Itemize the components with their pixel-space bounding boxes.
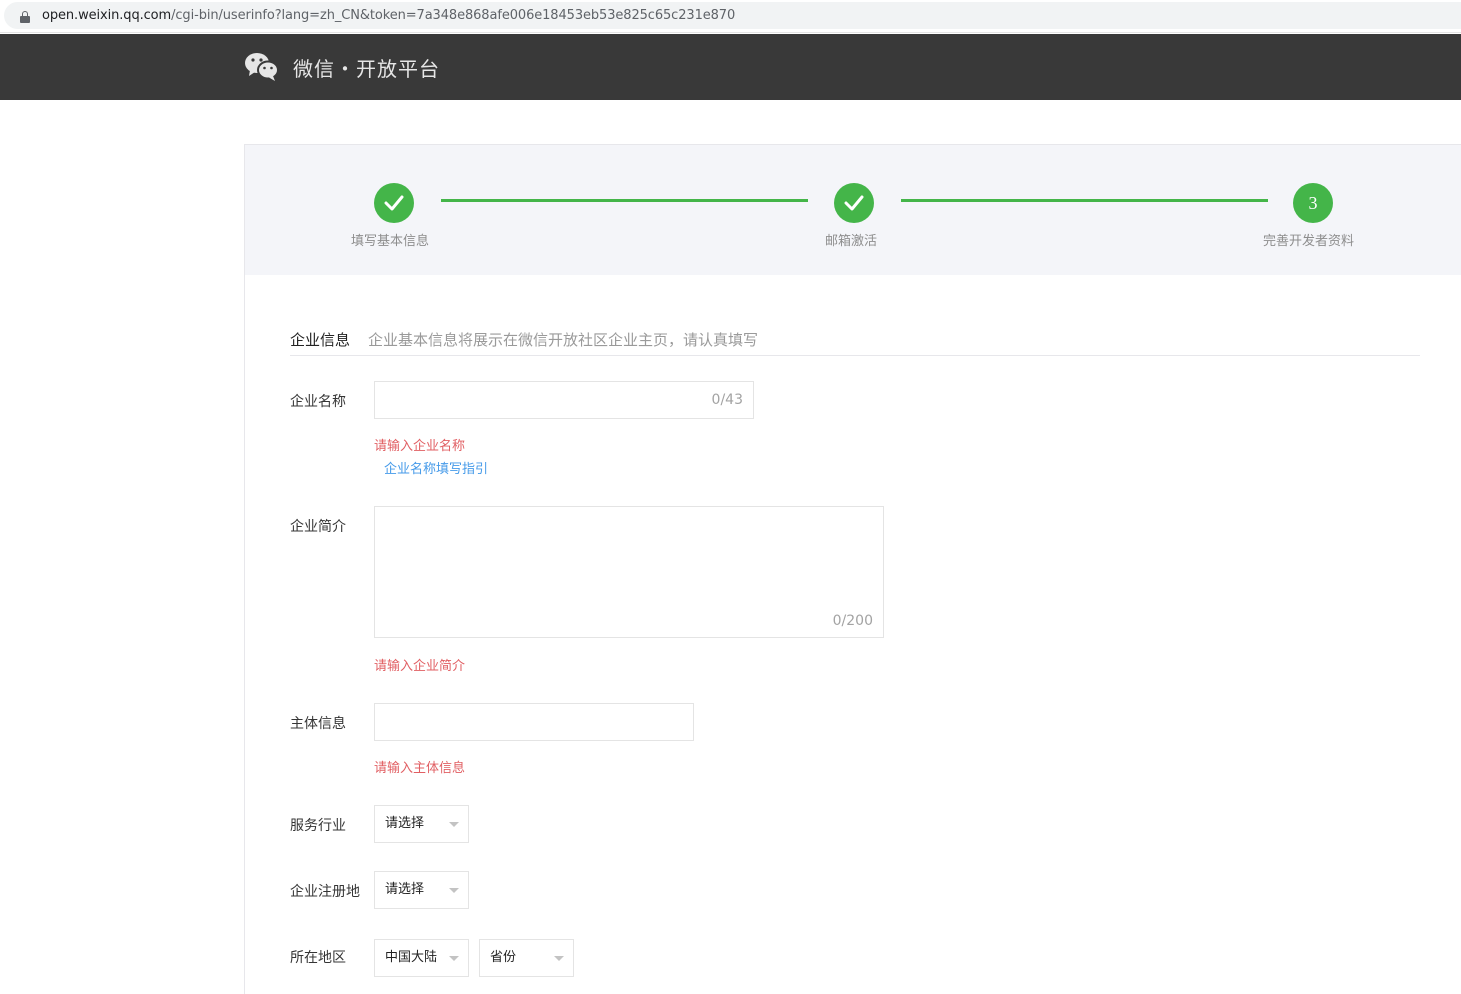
country-select-value: 中国大陆 (385, 950, 438, 965)
wechat-logo-icon[interactable] (244, 51, 280, 83)
step-connector-2 (901, 199, 1268, 202)
progress-steps: 填写基本信息 邮箱激活 3 完善开发者资料 (245, 145, 1461, 275)
reg-place-select-value: 请选择 (385, 882, 425, 897)
url-text[interactable]: open.weixin.qq.com/cgi-bin/userinfo?lang… (42, 8, 735, 23)
company-name-counter: 0/43 (711, 392, 743, 408)
url-host: open.weixin.qq.com (42, 8, 172, 23)
province-select[interactable]: 省份 (479, 939, 574, 977)
reg-place-label: 企业注册地 (290, 884, 360, 900)
industry-select[interactable]: 请选择 (374, 805, 469, 843)
chevron-down-icon (554, 956, 564, 961)
industry-label: 服务行业 (290, 818, 346, 834)
step-connector-1 (441, 199, 808, 202)
reg-place-select[interactable]: 请选择 (374, 871, 469, 909)
lock-icon[interactable] (20, 11, 30, 23)
company-intro-error: 请输入企业简介 (374, 659, 466, 674)
section-description: 企业基本信息将展示在微信开放社区企业主页，请认真填写 (368, 331, 759, 349)
step-3-number: 3 (1293, 183, 1333, 223)
company-intro-label: 企业简介 (290, 519, 346, 535)
brand-title[interactable]: 微信・开放平台 (293, 53, 440, 82)
country-select[interactable]: 中国大陆 (374, 939, 469, 977)
entity-info-error: 请输入主体信息 (374, 761, 466, 776)
region-label: 所在地区 (290, 950, 346, 966)
chevron-down-icon (449, 822, 459, 827)
company-name-input[interactable]: 0/43 (374, 381, 754, 419)
chevron-down-icon (449, 956, 459, 961)
entity-info-label: 主体信息 (290, 716, 346, 732)
section-title: 企业信息 (290, 331, 351, 349)
chevron-down-icon (449, 888, 459, 893)
entity-info-input[interactable] (374, 703, 694, 741)
company-intro-counter: 0/200 (832, 613, 873, 629)
step-2-label: 邮箱激活 (825, 234, 878, 249)
province-select-value: 省份 (490, 950, 517, 965)
address-field[interactable]: open.weixin.qq.com/cgi-bin/userinfo?lang… (4, 2, 1461, 29)
site-header: 微信・开放平台 (0, 34, 1461, 100)
company-name-label: 企业名称 (290, 394, 346, 410)
step-1-label: 填写基本信息 (351, 234, 430, 249)
step-1-check-icon (374, 183, 414, 223)
step-3-label: 完善开发者资料 (1263, 234, 1355, 249)
main-panel: 填写基本信息 邮箱激活 3 完善开发者资料 企业信息 企业基本信息将展示在微信开… (244, 144, 1461, 994)
company-name-guide-link[interactable]: 企业名称填写指引 (384, 458, 488, 477)
step-2-check-icon (834, 183, 874, 223)
company-name-error: 请输入企业名称 (374, 439, 466, 454)
url-path: /cgi-bin/userinfo?lang=zh_CN&token=7a348… (171, 8, 736, 23)
company-intro-textarea[interactable]: 0/200 (374, 506, 884, 638)
section-divider (290, 355, 1420, 356)
browser-url-bar: open.weixin.qq.com/cgi-bin/userinfo?lang… (0, 0, 1461, 33)
industry-select-value: 请选择 (385, 816, 425, 831)
